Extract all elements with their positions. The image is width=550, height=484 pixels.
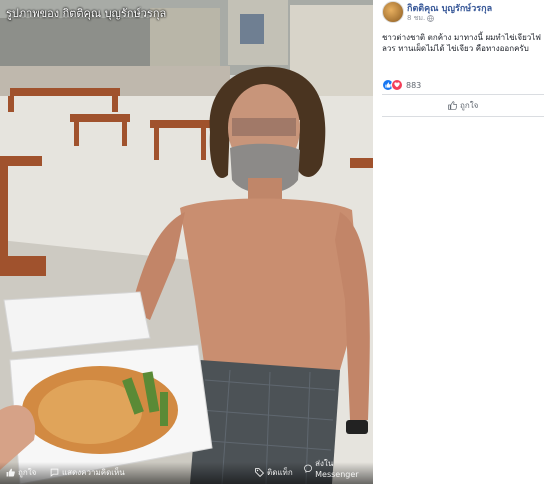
thumbs-up-icon — [448, 101, 457, 110]
photo-owner-title[interactable]: รูปภาพของ กิตติคุณ บุญรักษ์วรกุล — [6, 4, 166, 22]
messenger-icon — [304, 464, 312, 473]
post-sidebar: กิตติคุณ บุญรักษ์วรกุล 8 ชม. ชาวต่างชาติ… — [373, 0, 550, 484]
like-button[interactable]: ถูกใจ — [448, 99, 478, 112]
thumbs-up-icon — [6, 468, 15, 477]
photo-like-button[interactable]: ถูกใจ — [6, 466, 36, 479]
reaction-count: 883 — [406, 80, 422, 90]
post-time[interactable]: 8 ชม. — [407, 13, 435, 24]
photo-viewer: รูปภาพของ กิตติคุณ บุญรักษ์วรกุล ถูกใจ แ… — [0, 0, 373, 484]
divider — [382, 94, 544, 95]
post-caption: ชาวต่างชาติ ตกค้าง มาทางนี้ ผมทำไข่เจียว… — [382, 33, 541, 53]
tag-icon — [255, 468, 264, 477]
photo-tag-button[interactable]: ติดแท็ก — [255, 466, 293, 479]
divider — [382, 116, 544, 117]
photo-like-label: ถูกใจ — [18, 468, 37, 477]
like-label: ถูกใจ — [460, 101, 479, 110]
photo-comment-label: แสดงความคิดเห็น — [62, 468, 125, 477]
photo-tag-label: ติดแท็ก — [267, 468, 293, 477]
post-time-text: 8 ชม. — [407, 14, 426, 22]
photo-comment-button[interactable]: แสดงความคิดเห็น — [50, 466, 125, 479]
photo-action-bar: ถูกใจ แสดงความคิดเห็น ติดแท็ก ส่งใน Mess… — [0, 459, 373, 484]
photo-share-button[interactable]: ส่งใน Messenger — [304, 457, 373, 479]
reaction-summary[interactable]: 883 — [382, 79, 421, 91]
globe-icon — [427, 15, 435, 22]
photo-share-label: ส่งใน Messenger — [315, 459, 359, 479]
comment-icon — [50, 468, 59, 477]
photo — [0, 0, 373, 484]
heart-icon — [391, 79, 403, 91]
author-avatar[interactable] — [382, 1, 404, 23]
